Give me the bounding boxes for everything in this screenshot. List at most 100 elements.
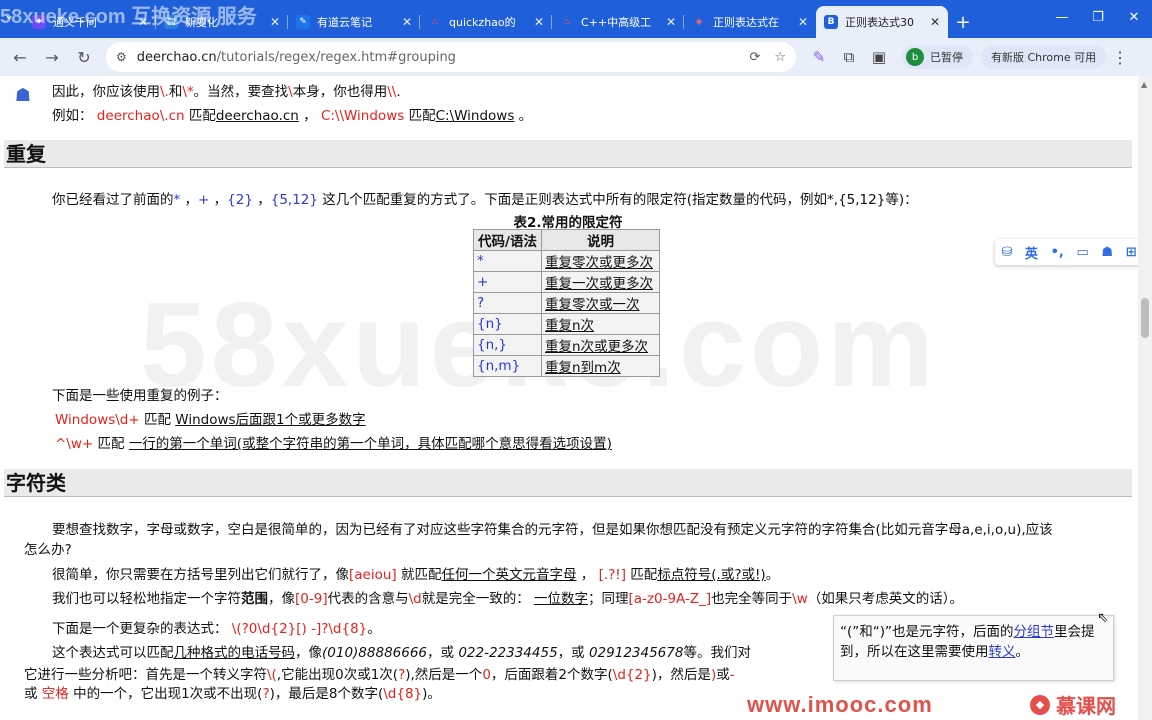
table-cell-code: {n} [473, 313, 542, 335]
imooc-logo: ◆ 慕课网 [1030, 690, 1116, 719]
close-icon[interactable]: ✕ [666, 15, 676, 29]
menu-icon[interactable]: ⋮ [1112, 48, 1128, 67]
extensions-icon[interactable]: ⧉ [834, 48, 864, 66]
note-icon: ✎ [296, 15, 310, 29]
example-1-link[interactable]: Windows后面跟1个或更多数字 [175, 412, 365, 428]
overlay-watermark: 58xueke.com 互换资源 服务 [0, 6, 257, 28]
table-cell-desc[interactable]: 重复n次 [541, 313, 660, 335]
phone-link[interactable]: 几种格式的电话号码 [174, 645, 296, 661]
quantifier-table: 代码/语法 说明 * 重复零次或更多次 + 重复一次或更多次 ? 重复零次或一次 {n}… [473, 229, 660, 377]
tab-youdao[interactable]: ✎ 有道云笔记 ✕ [288, 6, 420, 38]
cc-para-7: 或 空格 中的一个，它出现1次或不出现(?)，最后是8个数字(\d{8})。 [24, 686, 441, 702]
scrollbar-thumb[interactable] [1141, 298, 1149, 338]
table-cell-desc[interactable]: 重复n到m次 [541, 355, 660, 377]
table-cell-code: ? [473, 292, 542, 314]
table-cell-desc[interactable]: 重复n次或更多次 [541, 334, 660, 356]
link-windows[interactable]: C:\Windows [436, 108, 515, 124]
table-row: {n,m} 重复n到m次 [473, 355, 660, 377]
tab-title: C++中高级工 [581, 16, 652, 29]
vowel-link[interactable]: 任何一个英文元音字母 [441, 567, 576, 583]
assistant-icon[interactable]: ☗ [10, 82, 36, 108]
scrollbar[interactable]: ▲ [1138, 76, 1152, 720]
tab-strip: ⌄ ✦ 通义千问 ✕ ▤ 新变化 ✕ ✎ 有道云笔记 ✕ ♨ quickzhao的 ✕ ♨ C++… [0, 0, 1152, 38]
table-row: * 重复零次或更多次 [473, 250, 660, 272]
tab-cpp[interactable]: ♨ C++中高级工 ✕ [552, 6, 684, 38]
close-window-icon[interactable]: ✕ [1116, 0, 1152, 34]
forward-icon[interactable]: → [36, 41, 68, 73]
table-row: + 重复一次或更多次 [473, 271, 660, 293]
digit-link[interactable]: 一位数字 [534, 591, 588, 607]
tab-quickzhao[interactable]: ♨ quickzhao的 ✕ [420, 6, 552, 38]
tab-title: quickzhao的 [449, 16, 516, 29]
mouse-cursor-icon: ⇖ [1097, 610, 1109, 626]
table-caption: 表2.常用的限定符 [513, 215, 623, 231]
grid-icon[interactable]: ⊞ [1126, 245, 1137, 260]
cc-para-2: 很简单，你只需要在方括号里列出它们就行了，像[aeiou] 就匹配任何一个英文元… [52, 567, 780, 583]
site-info-icon[interactable]: ⚙ [116, 50, 127, 64]
translate-en-button[interactable]: 英 [1025, 243, 1038, 262]
cc-para-4: 下面是一个更复杂的表达式： \(?0\d{2}[) -]?\d{8}。 [52, 621, 381, 637]
restore-icon[interactable]: ❐ [1080, 0, 1116, 34]
table-cell-desc[interactable]: 重复零次或一次 [541, 292, 660, 314]
example-2-link[interactable]: 一行的第一个单词(或整个字符串的第一个单词，具体匹配哪个意思得看选项设置) [129, 436, 612, 452]
flame-icon: ♨ [562, 17, 572, 27]
imooc-url-watermark: www.imooc.com [747, 692, 933, 717]
tooltip-note: “(”和“)”也是元字符，后面的分组节里会提到，所以在这里需要使用转义。 [833, 615, 1114, 681]
cc-para-1b: 怎么办? [24, 542, 72, 558]
column-header: 说明 [541, 229, 660, 251]
table-cell-code: * [473, 250, 542, 272]
bookmark-star-icon[interactable]: ☆ [774, 50, 786, 65]
table-header-row: 代码/语法 说明 [473, 229, 660, 251]
column-header: 代码/语法 [473, 229, 542, 251]
back-icon[interactable]: ← [4, 41, 36, 73]
examples-intro: 下面是一些使用重复的例子： [52, 388, 228, 404]
close-icon[interactable]: ✕ [402, 15, 412, 29]
close-icon[interactable]: ✕ [798, 15, 808, 29]
floating-toolbar: ⛁ 英 •, ▭ ☗ ⊞ [995, 239, 1138, 265]
du-icon[interactable]: ⛁ [1001, 245, 1012, 260]
minimize-icon[interactable]: — [1044, 0, 1080, 34]
window-icon[interactable]: ▭ [1076, 245, 1088, 260]
flame-icon: ♨ [430, 17, 440, 27]
link-deerchao[interactable]: deerchao.cn [216, 108, 299, 124]
toolbar: ← → ↻ ⚙ deerchao.cn/tutorials/regex/rege… [0, 38, 1152, 76]
repeat-intro: 你已经看过了前面的* ，+ ，{2} ，{5,12} 这几个匹配重复的方式了。下… [52, 192, 918, 208]
table-cell-code: {n,m} [473, 355, 542, 377]
reload-icon[interactable]: ↻ [68, 41, 100, 73]
avatar-icon[interactable]: ☗ [1101, 245, 1113, 260]
table-row: {n} 重复n次 [473, 313, 660, 335]
cc-para-1a: 要想查找数字，字母或数字，空白是很简单的，因为已经有了对应这些字符集合的元字符，… [52, 522, 1053, 538]
tab-title: 有道云笔记 [317, 16, 372, 29]
close-icon[interactable]: ✕ [270, 15, 280, 29]
profile-button[interactable]: b 已暂停 [902, 45, 973, 69]
avatar: b [906, 48, 924, 66]
intro-line-2: 例如： deerchao\.cn 匹配deerchao.cn ， C:\\Win… [52, 108, 533, 124]
escape-link[interactable]: 转义 [989, 644, 1016, 660]
heading-charclass: 字符类 [4, 469, 1132, 497]
address-bar[interactable]: ⚙ deerchao.cn/tutorials/regex/regex.htm#… [106, 42, 796, 72]
b-icon: B [824, 15, 838, 29]
table-cell-desc[interactable]: 重复一次或更多次 [541, 271, 660, 293]
pen-icon[interactable]: ✎ [804, 48, 834, 66]
table-cell-code: + [473, 271, 542, 293]
heading-repeat: 重复 [4, 140, 1132, 168]
update-chrome-button[interactable]: 有新版 Chrome 可用 [981, 45, 1107, 69]
sidepanel-icon[interactable]: ▣ [864, 48, 894, 66]
tab-regex-cube[interactable]: ◈ 正则表达式在 ✕ [684, 6, 816, 38]
dot-icon[interactable]: •, [1051, 245, 1064, 260]
close-icon[interactable]: ✕ [534, 15, 544, 29]
punct-link[interactable]: 标点符号(.或?或!) [657, 567, 765, 583]
new-tab-button[interactable]: + [948, 6, 978, 38]
scroll-up-icon[interactable]: ▲ [1141, 80, 1147, 89]
close-icon[interactable]: ✕ [930, 15, 940, 29]
translate-icon[interactable]: ⟳ [749, 50, 760, 65]
tab-regex-30[interactable]: B 正则表达式30 ✕ [816, 6, 948, 38]
intro-line-1: 因此，你应该使用\.和\*。当然，要查找\本身，你也得用\\. [52, 84, 401, 100]
cc-para-6: 它进行一些分析吧：首先是一个转义字符\(,它能出现0次或1次(?),然后是一个0… [24, 667, 735, 683]
grouping-link[interactable]: 分组节 [1014, 624, 1055, 640]
cc-para-3: 我们也可以轻松地指定一个字符范围，像[0-9]代表的含意与\d就是完全一致的： … [52, 591, 963, 607]
table-cell-desc[interactable]: 重复零次或更多次 [541, 250, 660, 272]
page-content: 58xueke.com ☗ 因此，你应该使用\.和\*。当然，要查找\本身，你也… [0, 76, 1138, 720]
table-row: {n,} 重复n次或更多次 [473, 334, 660, 356]
tab-title: 正则表达式在 [713, 16, 779, 29]
